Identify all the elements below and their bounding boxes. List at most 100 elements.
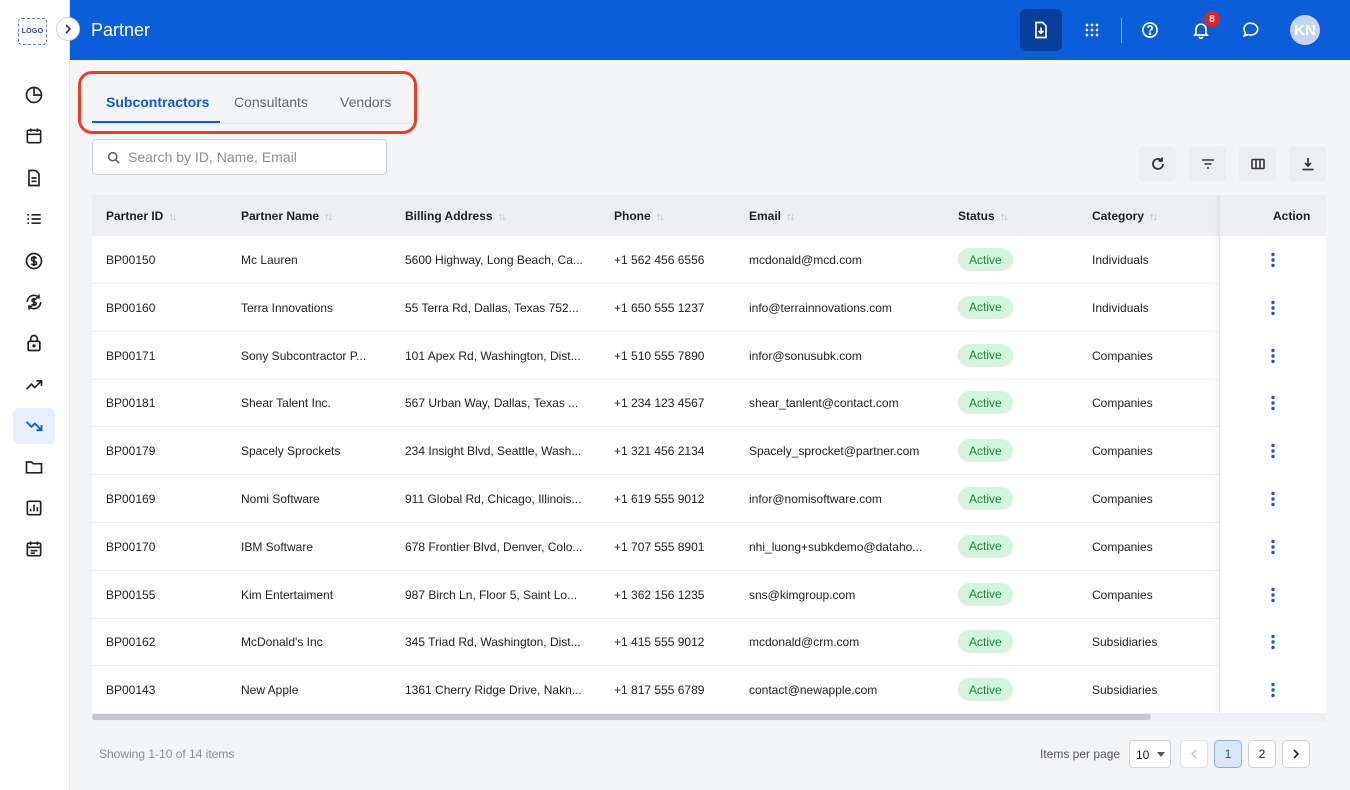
status-badge: Active bbox=[958, 582, 1013, 606]
sidebar-item-partners[interactable] bbox=[13, 408, 55, 444]
table-row[interactable]: BP00171 Sony Subcontractor P... 101 Apex R… bbox=[92, 332, 1326, 380]
cell-email: Spacely_sprocket@partner.com bbox=[749, 444, 920, 459]
cell-category: Individuals bbox=[1092, 253, 1149, 267]
action-header-label: Action bbox=[1273, 209, 1311, 223]
column-header-status[interactable]: Status ↑↓ bbox=[958, 209, 1009, 223]
sort-icon[interactable]: ↑↓ bbox=[168, 211, 177, 223]
table-row[interactable]: BP00169 Nomi Software 911 Global Rd, Chica… bbox=[92, 475, 1326, 523]
search-box bbox=[92, 139, 387, 175]
cell-partner-name: Shear Talent Inc. bbox=[241, 396, 331, 411]
sort-icon[interactable]: ↑↓ bbox=[498, 211, 507, 223]
cell-billing-address: 567 Urban Way, Dallas, Texas ... bbox=[405, 396, 579, 411]
export-button[interactable] bbox=[1289, 146, 1326, 182]
row-actions-button[interactable] bbox=[1270, 634, 1276, 650]
sidebar-item-list[interactable] bbox=[13, 201, 55, 237]
header-divider bbox=[1121, 18, 1122, 43]
cell-partner-name: Terra Innovations bbox=[241, 300, 334, 315]
cell-email: mcdonald@crm.com bbox=[749, 635, 860, 650]
apps-button[interactable] bbox=[1071, 9, 1113, 51]
row-actions-button[interactable] bbox=[1270, 348, 1276, 364]
search-input[interactable] bbox=[128, 147, 378, 167]
notifications-button[interactable]: 8 bbox=[1180, 9, 1222, 51]
row-actions-button[interactable] bbox=[1270, 395, 1276, 411]
cell-email: mcdonald@mcd.com bbox=[749, 253, 862, 267]
cell-partner-name: Kim Entertaiment bbox=[241, 587, 334, 602]
user-avatar[interactable]: KN bbox=[1290, 15, 1320, 45]
column-header-billing-address[interactable]: Billing Address ↑↓ bbox=[405, 209, 507, 223]
cell-partner-name: Sony Subcontractor P... bbox=[241, 348, 367, 363]
cell-email: shear_tanlent@contact.com bbox=[749, 396, 899, 411]
help-icon bbox=[1142, 22, 1158, 38]
cell-category: Subsidiaries bbox=[1092, 635, 1158, 650]
partners-table: Partner ID ↑↓ Partner Name ↑↓ Billing Addr… bbox=[92, 195, 1326, 713]
items-per-page-select[interactable]: 10 bbox=[1129, 740, 1171, 768]
sidebar-item-schedule[interactable] bbox=[13, 531, 55, 567]
cell-phone: +1 562 456 6556 bbox=[614, 253, 705, 267]
kebab-menu-icon bbox=[1271, 491, 1275, 507]
table-row[interactable]: BP00143 New Apple 1361 Cherry Ridge Drive,… bbox=[92, 666, 1326, 713]
sidebar-item-reports[interactable] bbox=[13, 490, 55, 526]
sidebar-item-billing[interactable] bbox=[13, 243, 55, 279]
row-actions-button[interactable] bbox=[1270, 491, 1276, 507]
cell-partner-id: BP00143 bbox=[106, 683, 156, 698]
columns-button[interactable] bbox=[1239, 146, 1276, 182]
help-button[interactable] bbox=[1129, 9, 1171, 51]
sidebar-item-payments[interactable] bbox=[13, 284, 55, 320]
caret-down-icon bbox=[1157, 752, 1165, 757]
status-badge: Active bbox=[958, 534, 1013, 558]
messages-button[interactable] bbox=[1230, 9, 1272, 51]
filter-button[interactable] bbox=[1189, 146, 1226, 182]
column-header-category[interactable]: Category ↑↓ bbox=[1092, 209, 1158, 223]
row-actions-button[interactable] bbox=[1270, 587, 1276, 603]
column-header-phone[interactable]: Phone ↑↓ bbox=[614, 209, 665, 223]
sidebar-item-revenue[interactable] bbox=[13, 367, 55, 403]
status-badge: Active bbox=[958, 439, 1013, 463]
sidebar-item-security[interactable] bbox=[13, 325, 55, 361]
pie-chart-icon bbox=[25, 86, 43, 104]
row-actions-button[interactable] bbox=[1270, 300, 1276, 316]
sort-icon[interactable]: ↑↓ bbox=[656, 211, 665, 223]
chevron-left-icon bbox=[1190, 749, 1197, 759]
sidebar-item-dashboard[interactable] bbox=[13, 77, 55, 113]
row-actions-button[interactable] bbox=[1270, 539, 1276, 555]
import-button[interactable] bbox=[1020, 9, 1062, 51]
cell-partner-id: BP00160 bbox=[106, 300, 156, 315]
cell-billing-address: 678 Frontier Blvd, Denver, Colo... bbox=[405, 539, 583, 554]
sort-icon[interactable]: ↑↓ bbox=[1149, 211, 1158, 223]
column-header-partner-name[interactable]: Partner Name ↑↓ bbox=[241, 209, 333, 223]
row-actions-button[interactable] bbox=[1270, 443, 1276, 459]
sidebar-toggle-button[interactable] bbox=[56, 17, 80, 41]
cell-billing-address: 911 Global Rd, Chicago, Illinois... bbox=[405, 492, 582, 506]
column-header-email[interactable]: Email ↑↓ bbox=[749, 209, 795, 223]
table-row[interactable]: BP00181 Shear Talent Inc. 567 Urban Way, D… bbox=[92, 379, 1326, 428]
column-header-partner-id[interactable]: Partner ID ↑↓ bbox=[106, 209, 177, 223]
refresh-button[interactable] bbox=[1139, 146, 1176, 182]
cell-billing-address: 101 Apex Rd, Washington, Dist... bbox=[405, 348, 581, 363]
sort-icon[interactable]: ↑↓ bbox=[1000, 211, 1009, 223]
next-page-button[interactable] bbox=[1282, 740, 1310, 768]
sidebar-item-files[interactable] bbox=[13, 449, 55, 485]
row-actions-button[interactable] bbox=[1270, 252, 1276, 268]
trending-up-icon bbox=[25, 380, 43, 390]
row-actions-button[interactable] bbox=[1270, 682, 1276, 698]
sidebar-item-documents[interactable] bbox=[13, 160, 55, 196]
page-button-2[interactable]: 2 bbox=[1248, 740, 1276, 768]
horizontal-scrollbar-thumb[interactable] bbox=[92, 714, 1151, 720]
prev-page-button[interactable] bbox=[1180, 740, 1208, 768]
cell-partner-id: BP00171 bbox=[106, 348, 156, 363]
table-row[interactable]: BP00150 Mc Lauren 5600 Highway, Long Beach… bbox=[92, 236, 1326, 284]
file-download-icon bbox=[1035, 21, 1047, 39]
sort-icon[interactable]: ↑↓ bbox=[324, 211, 333, 223]
pagination-summary: Showing 1-10 of 14 items bbox=[99, 747, 235, 761]
table-row[interactable]: BP00170 IBM Software 678 Frontier Blvd, De… bbox=[92, 523, 1326, 571]
table-row[interactable]: BP00160 Terra Innovations 55 Terra Rd, Dal… bbox=[92, 284, 1326, 332]
table-row[interactable]: BP00162 McDonald's Inc 345 Triad Rd, Washi… bbox=[92, 618, 1326, 667]
table-row[interactable]: BP00155 Kim Entertaiment 987 Birch Ln, Flo… bbox=[92, 571, 1326, 619]
sort-icon[interactable]: ↑↓ bbox=[786, 211, 795, 223]
page-button-1[interactable]: 1 bbox=[1214, 740, 1242, 768]
cell-email: info@terrainnovations.com bbox=[749, 300, 892, 315]
sidebar-item-calendar[interactable] bbox=[13, 118, 55, 154]
table-row[interactable]: BP00179 Spacely Sprockets 234 Insight Blvd… bbox=[92, 427, 1326, 476]
list-icon bbox=[27, 214, 41, 224]
app-logo[interactable]: LOGO bbox=[18, 18, 47, 45]
